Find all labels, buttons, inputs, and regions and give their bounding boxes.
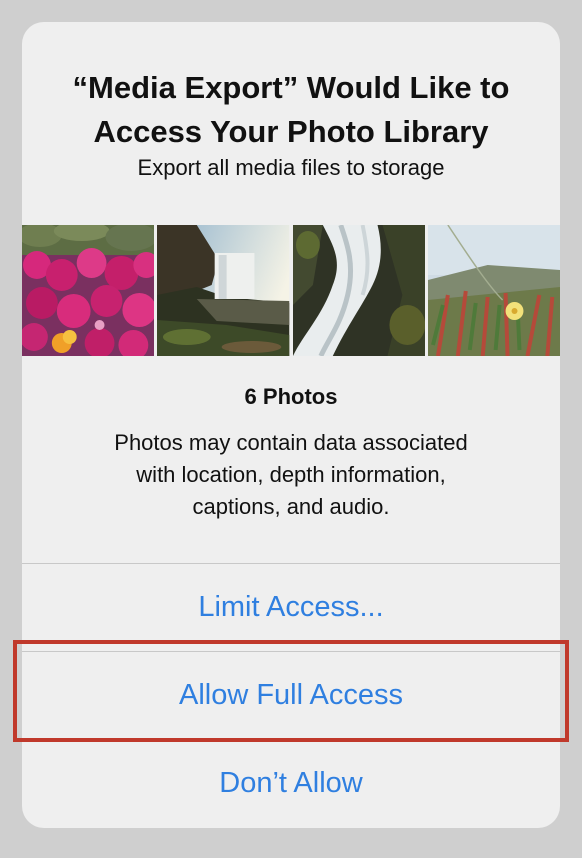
limit-access-button[interactable]: Limit Access... bbox=[22, 564, 560, 650]
photo-preview-strip bbox=[22, 225, 560, 356]
dialog-subtitle: Export all media files to storage bbox=[137, 155, 445, 180]
dialog-title-line-2: Access Your Photo Library bbox=[93, 114, 489, 149]
permission-dialog: “Media Export” Would Like to Access Your… bbox=[22, 22, 560, 828]
info-line-2: with location, depth information, bbox=[136, 462, 446, 487]
photos-count: 6 Photos bbox=[244, 384, 338, 409]
info-line-3: captions, and audio. bbox=[192, 494, 390, 519]
allow-full-access-button[interactable]: Allow Full Access bbox=[22, 652, 560, 738]
dialog-title: “Media Export” Would Like to Access Your… bbox=[22, 66, 560, 154]
cascade-photo bbox=[292, 225, 425, 356]
info-line-1: Photos may contain data associated bbox=[114, 430, 468, 455]
waterfall-photo bbox=[157, 225, 290, 356]
dialog-title-line-1: “Media Export” Would Like to bbox=[72, 70, 510, 105]
coastal-plants-photo bbox=[427, 225, 560, 356]
dont-allow-button[interactable]: Don’t Allow bbox=[22, 740, 560, 826]
privacy-info-text: Photos may contain data associated with … bbox=[52, 427, 530, 523]
flowers-photo bbox=[22, 225, 155, 356]
